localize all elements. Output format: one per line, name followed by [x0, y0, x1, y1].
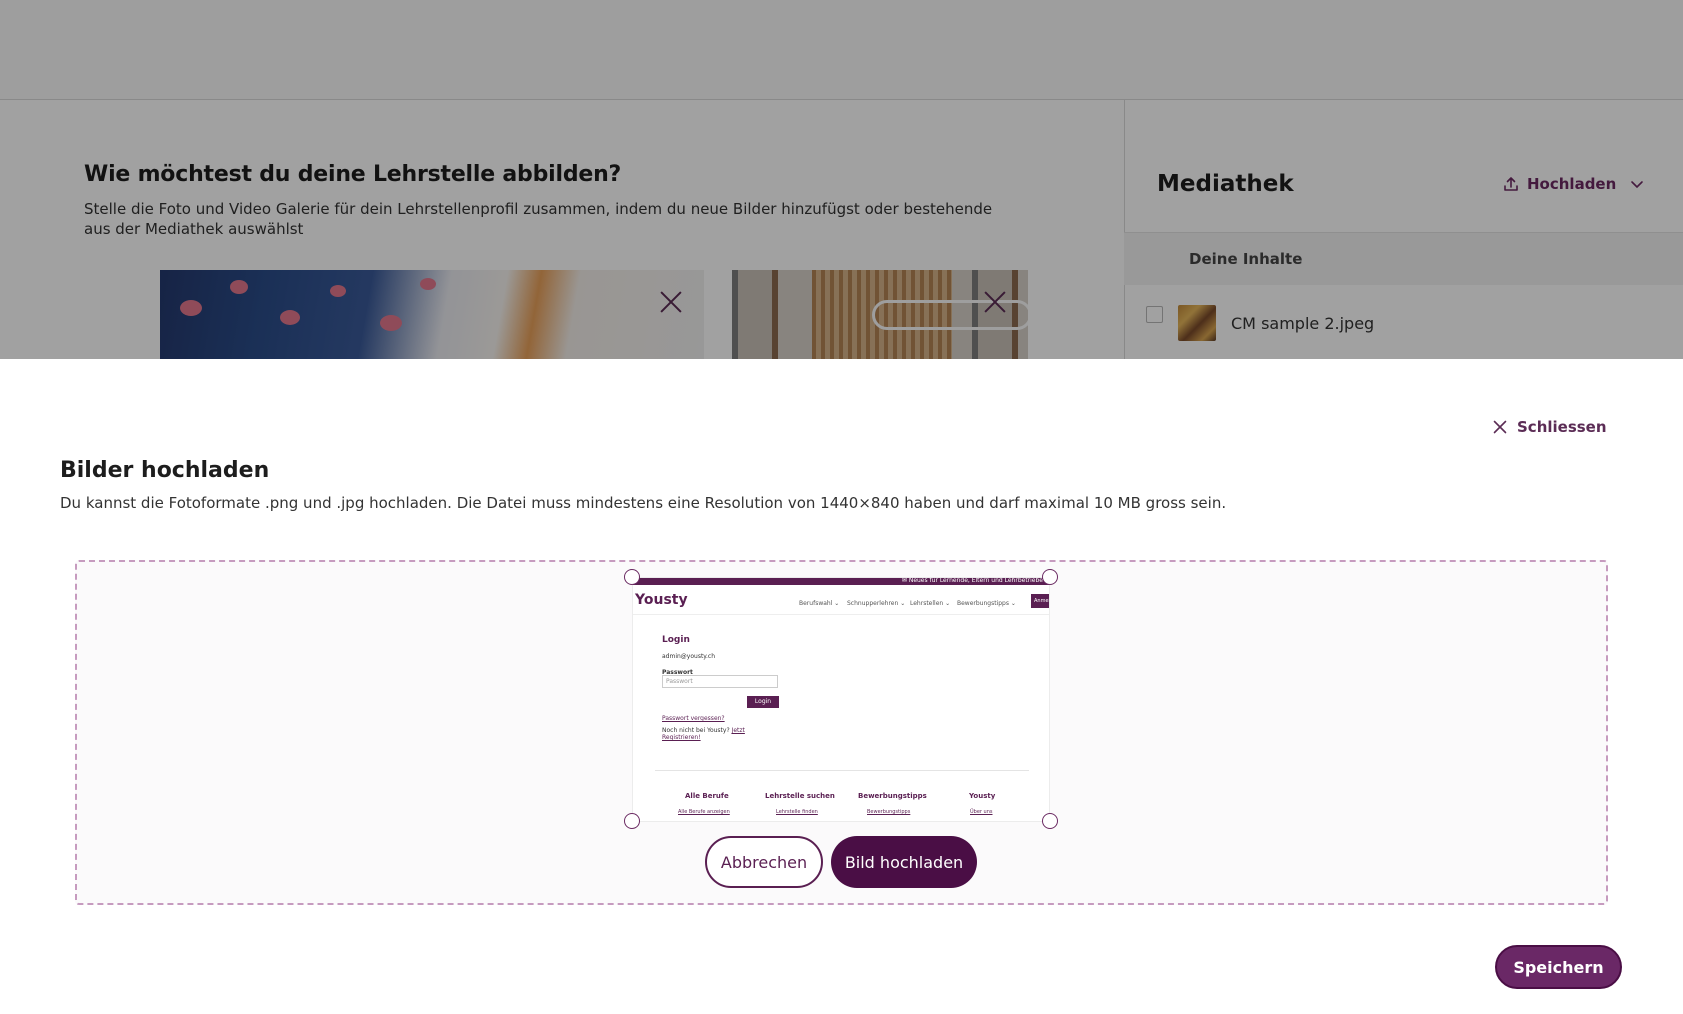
crop-handle-bottom-left[interactable] [624, 813, 640, 829]
crop-handle-bottom-right[interactable] [1042, 813, 1058, 829]
preview-top-bar-text: ✉ Neues für Lernende, Eltern und Lehrbet… [901, 577, 1043, 584]
save-button[interactable]: Speichern [1495, 945, 1622, 989]
preview-footer-heading: Yousty [969, 792, 996, 800]
preview-login-title: Login [662, 635, 690, 645]
preview-divider [655, 770, 1029, 771]
upload-image-button[interactable]: Bild hochladen [831, 836, 977, 888]
close-label: Schliessen [1517, 418, 1607, 436]
preview-footer-link: Alle Berufe anzeigen [678, 809, 730, 815]
preview-footer-link: Lehrstelle finden [776, 809, 818, 815]
preview-nav-item: Lehrstellen ⌄ [910, 600, 951, 607]
upload-description: Du kannst die Fotoformate .png und .jpg … [60, 494, 1227, 512]
close-button[interactable]: Schliessen [1493, 418, 1607, 436]
crop-handle-top-right[interactable] [1042, 569, 1058, 585]
upload-title: Bilder hochladen [60, 458, 270, 483]
image-crop-preview[interactable]: ✉ Neues für Lernende, Eltern und Lehrbet… [632, 577, 1050, 822]
preview-register-question: Noch nicht bei Yousty? [662, 727, 730, 734]
preview-logo: Yousty [635, 592, 688, 608]
preview-footer-link: Über uns [970, 809, 993, 815]
preview-footer-heading: Lehrstelle suchen [765, 792, 835, 800]
preview-footer-heading: Bewerbungstipps [858, 792, 927, 800]
preview-email: admin@yousty.ch [662, 653, 716, 660]
modal-backdrop[interactable] [0, 0, 1683, 359]
preview-top-bar: ✉ Neues für Lernende, Eltern und Lehrbet… [633, 577, 1049, 585]
preview-password-field: Passwort [662, 675, 778, 688]
preview-nav-item: Bewerbungstipps ⌄ [957, 600, 1016, 607]
preview-footer-link: Bewerbungstipps [867, 809, 911, 815]
preview-register-text: Noch nicht bei Yousty? Jetzt Registriere… [662, 727, 772, 741]
preview-nav-item: Schnupperlehren ⌄ [847, 600, 906, 607]
cancel-button[interactable]: Abbrechen [705, 836, 823, 888]
preview-cta: Anmelden [1031, 594, 1049, 608]
close-icon [1493, 420, 1507, 434]
preview-footer-heading: Alle Berufe [685, 792, 729, 800]
preview-forgot-link: Passwort vergessen? [662, 715, 725, 722]
preview-nav-item: Berufswahl ⌄ [799, 600, 840, 607]
crop-handle-top-left[interactable] [624, 569, 640, 585]
preview-login-button: Login [747, 696, 779, 708]
